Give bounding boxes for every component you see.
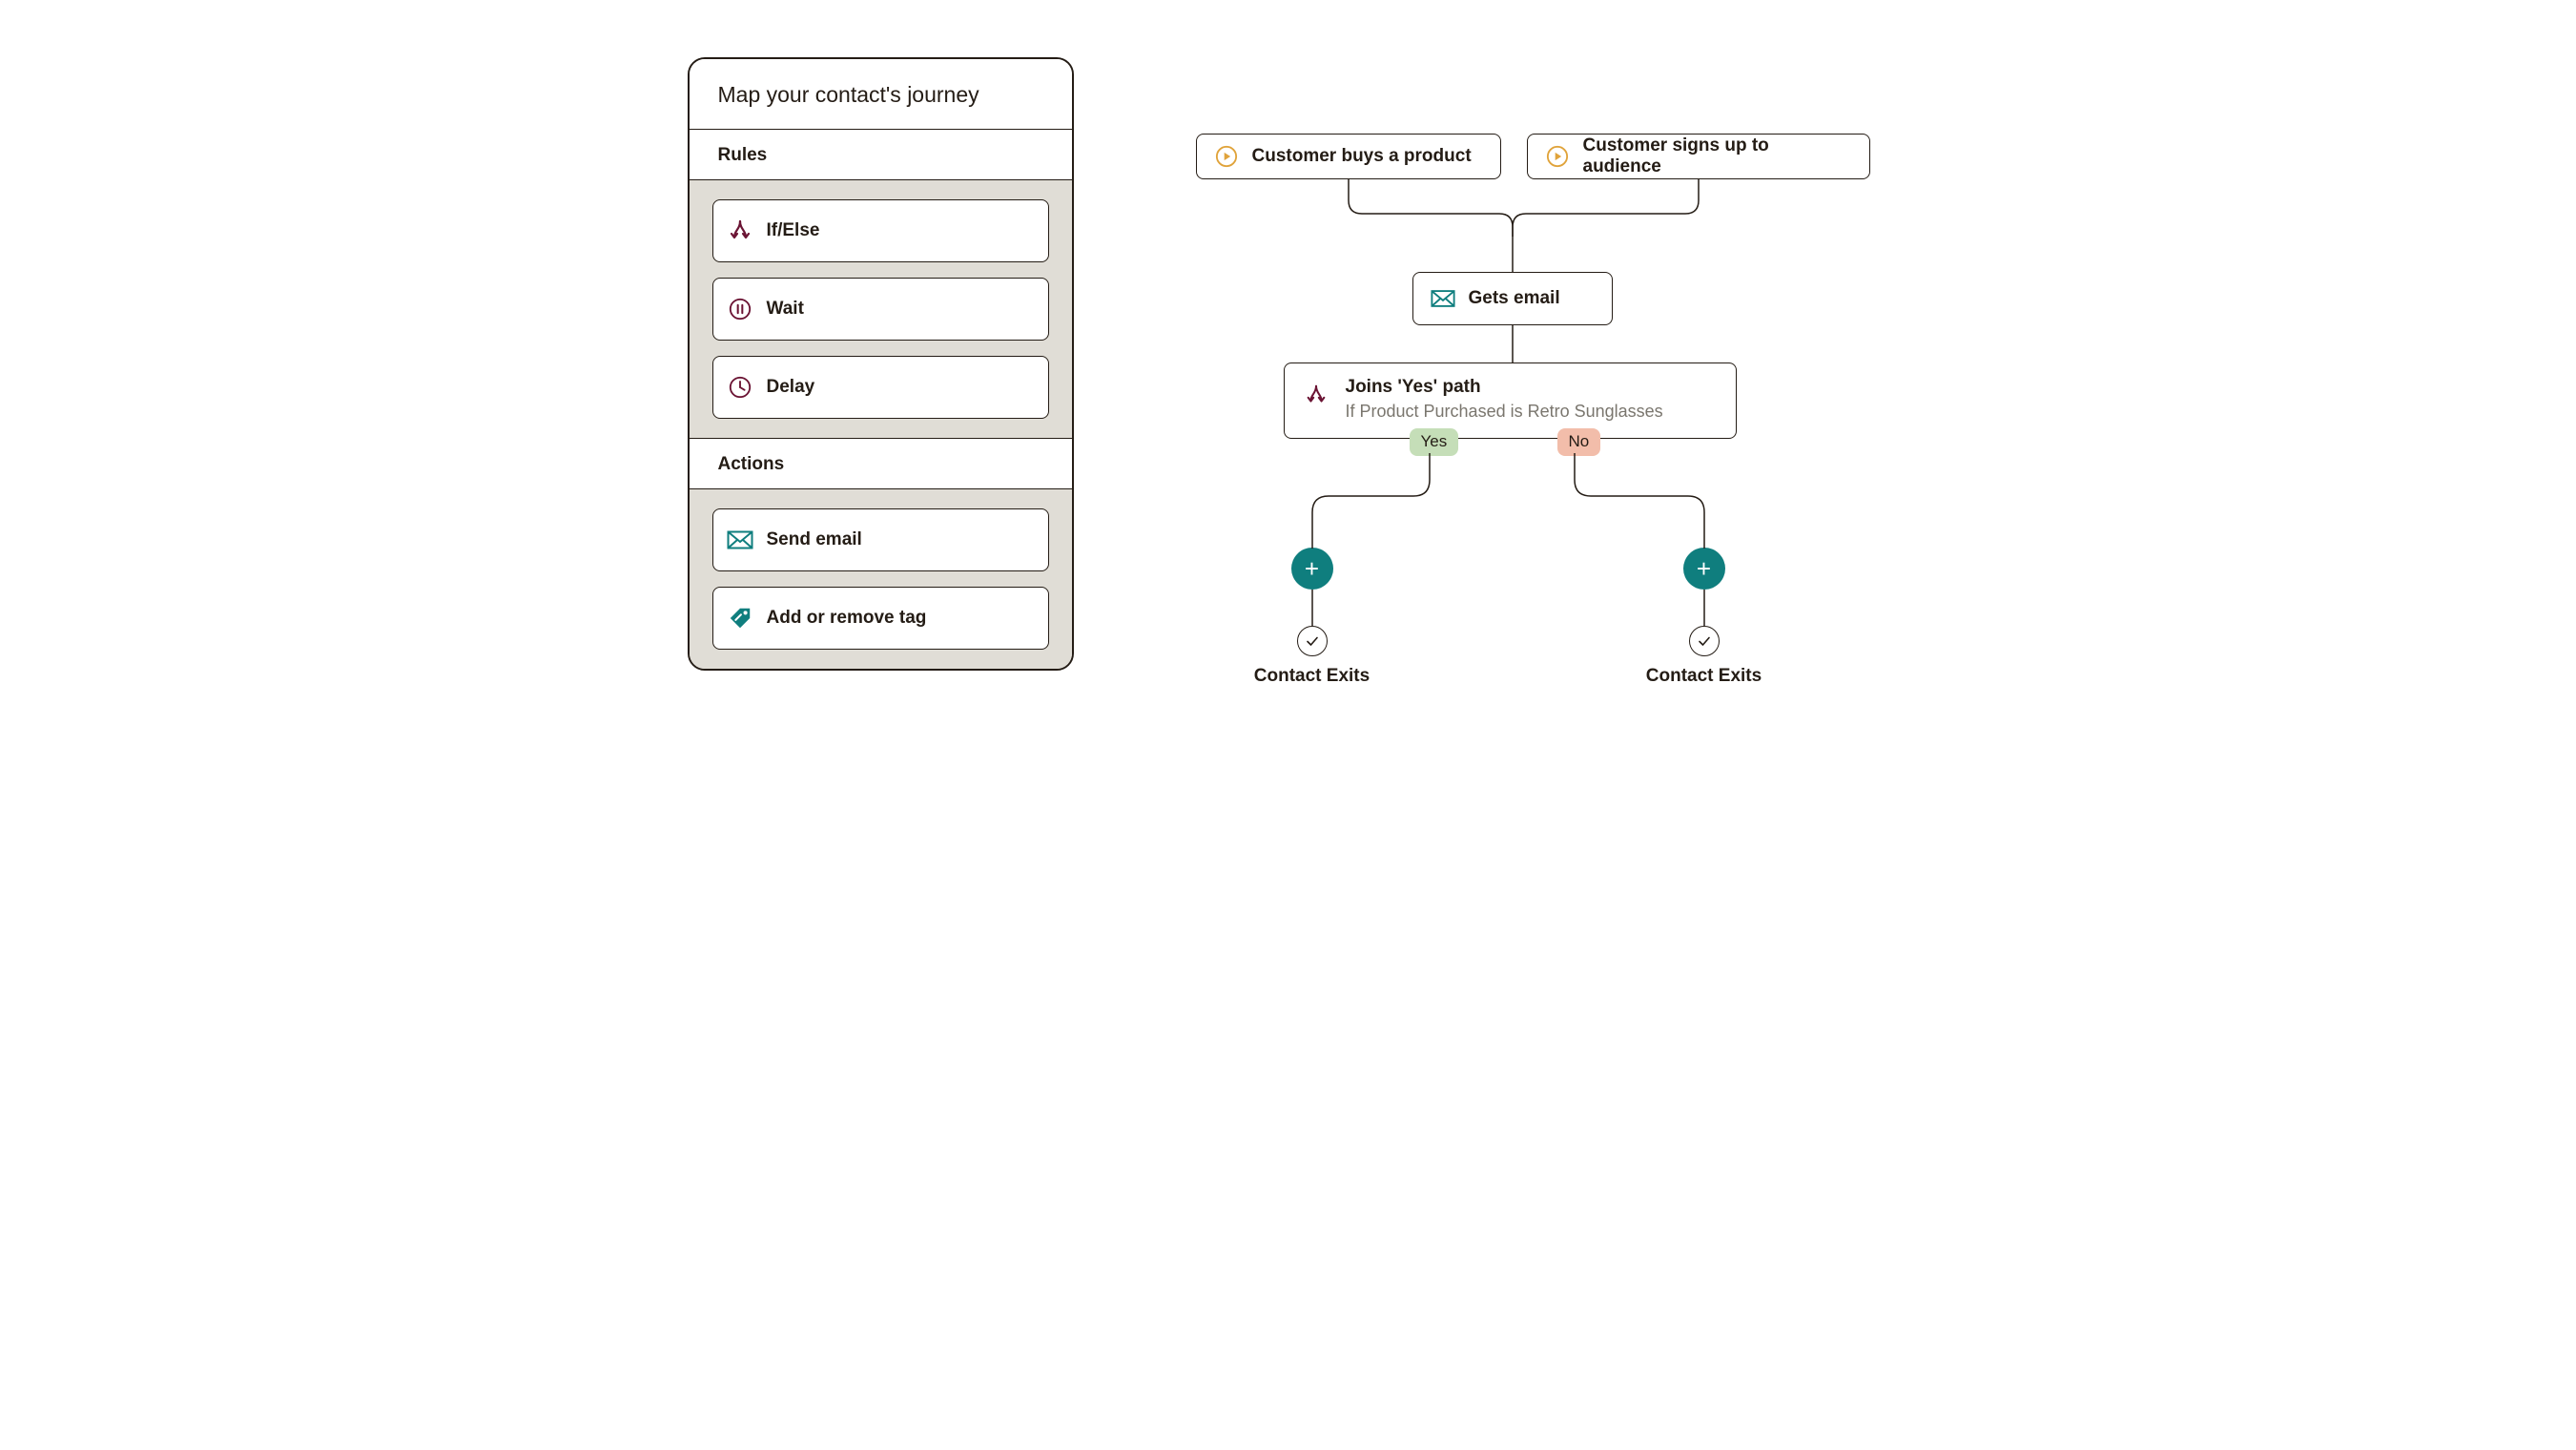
exit-node-yes: [1297, 626, 1328, 656]
action-send-email[interactable]: Send email: [712, 508, 1049, 571]
branch-title: Joins 'Yes' path: [1346, 377, 1663, 398]
actions-section-header: Actions: [690, 439, 1072, 489]
check-icon: [1305, 633, 1320, 649]
clock-icon: [727, 374, 753, 401]
exit-label-no: Contact Exits: [1618, 666, 1790, 687]
play-icon: [1214, 144, 1239, 169]
rule-label: If/Else: [767, 220, 820, 241]
add-step-button-yes[interactable]: +: [1291, 548, 1333, 590]
connector-email-branch: [1510, 325, 1515, 362]
branch-icon: [1304, 383, 1329, 407]
rule-if-else[interactable]: If/Else: [712, 199, 1049, 262]
rule-delay[interactable]: Delay: [712, 356, 1049, 419]
trigger-label: Customer buys a product: [1252, 146, 1472, 167]
journey-sidebar-panel: Map your contact's journey Rules If/Else: [688, 57, 1074, 671]
rule-wait[interactable]: Wait: [712, 278, 1049, 341]
tag-icon: [727, 605, 753, 632]
branch-yes-badge: Yes: [1410, 428, 1459, 456]
rule-label: Delay: [767, 377, 815, 398]
exit-node-no: [1689, 626, 1720, 656]
connector-branch-no: [1570, 453, 1713, 549]
play-icon: [1545, 144, 1570, 169]
branch-no-badge: No: [1557, 428, 1601, 456]
email-node-label: Gets email: [1469, 288, 1560, 309]
connector-merge-email: [1510, 237, 1515, 272]
actions-section-body: Send email Add or remove tag: [690, 489, 1072, 669]
plus-icon: +: [1697, 556, 1711, 581]
rules-section-body: If/Else Wait: [690, 180, 1072, 439]
branch-text: Joins 'Yes' path If Product Purchased is…: [1346, 377, 1663, 422]
check-icon: [1697, 633, 1712, 649]
mail-icon: [727, 527, 753, 553]
pause-icon: [727, 296, 753, 322]
trigger-node-signup[interactable]: Customer signs up to audience: [1527, 134, 1870, 179]
connector-plus-exit-yes: [1309, 590, 1315, 626]
connector-plus-exit-no: [1701, 590, 1707, 626]
connector-triggers-merge: [1196, 179, 1873, 237]
add-step-button-no[interactable]: +: [1683, 548, 1725, 590]
branch-icon: [727, 218, 753, 244]
branch-node[interactable]: Joins 'Yes' path If Product Purchased is…: [1284, 362, 1737, 439]
panel-title: Map your contact's journey: [690, 59, 1072, 130]
email-node[interactable]: Gets email: [1412, 272, 1613, 325]
rule-label: Wait: [767, 299, 804, 320]
exit-label-yes: Contact Exits: [1226, 666, 1398, 687]
action-tag[interactable]: Add or remove tag: [712, 587, 1049, 650]
plus-icon: +: [1305, 556, 1319, 581]
branch-subtitle: If Product Purchased is Retro Sunglasses: [1346, 402, 1663, 422]
connector-branch-yes: [1308, 453, 1441, 549]
action-label: Send email: [767, 529, 862, 550]
trigger-node-buy-product[interactable]: Customer buys a product: [1196, 134, 1501, 179]
mail-icon: [1431, 286, 1455, 311]
action-label: Add or remove tag: [767, 608, 927, 629]
rules-section-header: Rules: [690, 130, 1072, 180]
journey-builder-canvas: Map your contact's journey Rules If/Else: [583, 0, 1994, 795]
trigger-label: Customer signs up to audience: [1583, 135, 1852, 177]
